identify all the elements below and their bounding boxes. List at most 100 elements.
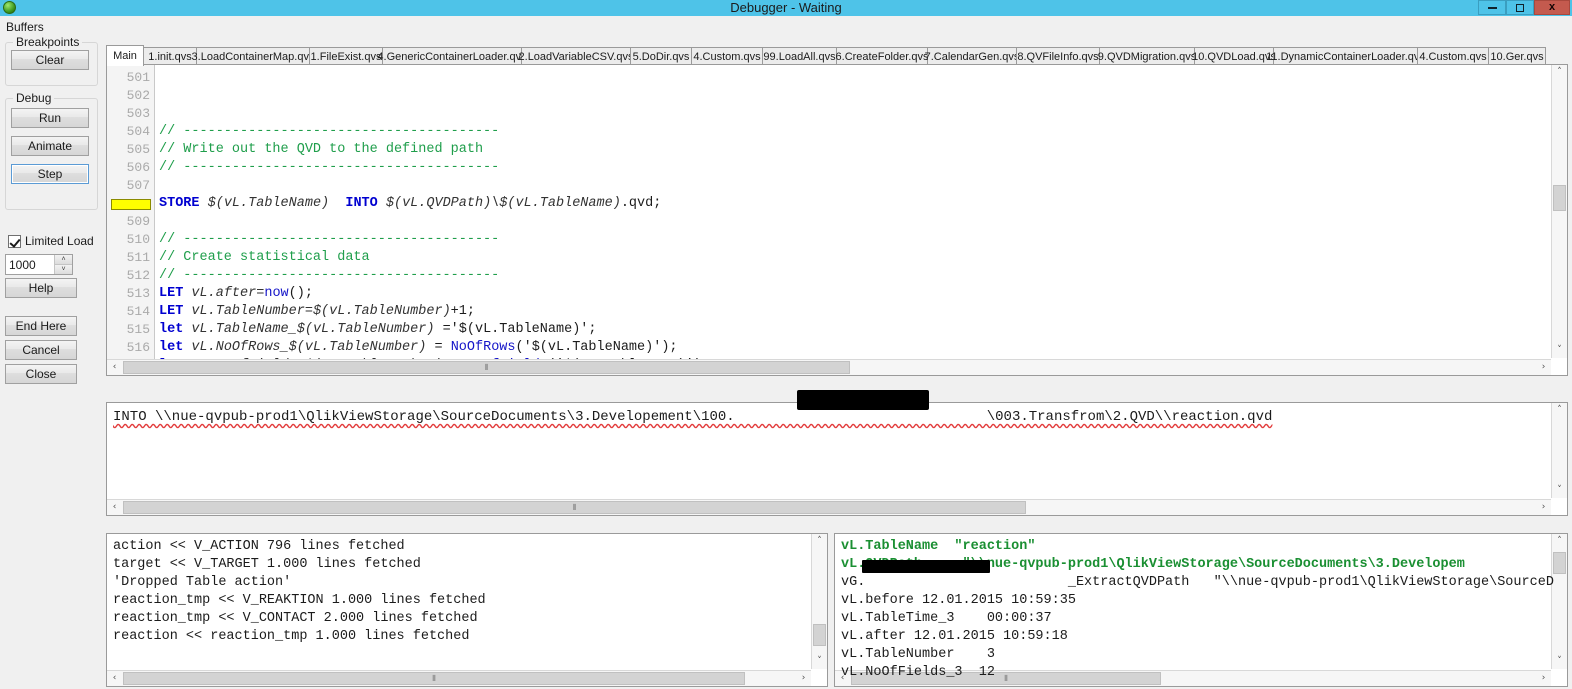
tab-6-createfolder-qvs[interactable]: 6.CreateFolder.qvs [836, 47, 928, 65]
statement-scroll-right-button[interactable]: › [1536, 500, 1551, 515]
editor-scroll-up-button[interactable]: ˄ [1552, 65, 1567, 80]
tab-4-custom-qvs[interactable]: 4.Custom.qvs [1417, 47, 1489, 65]
log-vscroll-thumb[interactable] [813, 624, 826, 646]
code-area[interactable]: // -------------------------------------… [159, 65, 1567, 375]
code-line: STORE $(vL.TableName) INTO $(vL.QVDPath)… [159, 195, 661, 213]
script-editor[interactable]: 501 502 503 504 505 506 507 509 510 511 512 513 514 5… [106, 64, 1568, 376]
statement-scroll-left-button[interactable]: ‹ [107, 500, 122, 515]
buffers-label: Buffers [6, 20, 44, 34]
tab-1-init-qvs[interactable]: 1.init.qvs [143, 47, 197, 65]
editor-vscrollbar[interactable]: ˄ ˅ [1551, 65, 1567, 358]
statement-hscrollbar[interactable]: ‹ ⦀ › [107, 499, 1551, 515]
variable-row: vL.TableTime_3 00:00:37 [841, 611, 1052, 626]
tab-2-loadvariablecsv-qvs[interactable]: 2.LoadVariableCSV.qvs [518, 47, 634, 65]
code-token: +1; [450, 304, 475, 319]
log-line: 'Dropped Table action' [113, 575, 292, 590]
variables-scroll-down-button[interactable]: ˅ [1552, 654, 1567, 669]
editor-hscroll-thumb[interactable]: ⦀ [123, 361, 850, 374]
limited-load-checkbox[interactable] [8, 234, 21, 248]
maximize-button[interactable] [1506, 0, 1534, 15]
tab-label: 6.CreateFolder.qvs [835, 50, 929, 63]
log-scroll-left-button[interactable]: ‹ [107, 671, 122, 686]
variables-vscroll-thumb[interactable] [1553, 552, 1566, 574]
tab-label: 2.LoadVariableCSV.qvs [518, 50, 634, 63]
help-button[interactable]: Help [5, 278, 77, 298]
variables-scroll-right-button[interactable]: › [1536, 671, 1551, 686]
limited-load-row[interactable]: Limited Load [8, 234, 94, 248]
tab-11-dynamiccontainerloader-qvs[interactable]: 11.DynamicContainerLoader.qvs [1266, 47, 1425, 65]
cancel-button[interactable]: Cancel [5, 340, 77, 360]
log-output-panel[interactable]: ˄ ˅ ‹ ⦀ › action << V_ACTION 796 lines f… [106, 533, 828, 687]
line-number: 512 [126, 268, 150, 283]
code-token: vL.NoOfRows_$(vL.TableNumber) [191, 340, 427, 355]
variables-vscrollbar[interactable]: ˄ ˅ [1551, 534, 1567, 669]
code-line: // Create statistical data [159, 249, 370, 267]
end-here-button[interactable]: End Here [5, 316, 77, 336]
code-line: let vL.NoOfRows_$(vL.TableNumber) = NoOf… [159, 339, 678, 357]
editor-vscroll-thumb[interactable] [1553, 185, 1566, 211]
log-scroll-down-button[interactable]: ˅ [812, 654, 827, 669]
tab-3-loadcontainermap-qvs[interactable]: 3.LoadContainerMap.qvs [192, 47, 314, 65]
editor-scroll-right-button[interactable]: › [1536, 360, 1551, 375]
code-token: NoOfRows [450, 340, 516, 355]
close-window-button[interactable]: x [1534, 0, 1570, 15]
code-token: (); [288, 286, 313, 301]
code-token: // -------------------------------------… [159, 160, 500, 175]
limited-load-stepper[interactable]: ˄ ˅ [5, 254, 73, 275]
code-token: vL.TableNumber=$(vL.TableNumber) [191, 304, 451, 319]
step-button[interactable]: Step [11, 164, 89, 184]
variables-panel[interactable]: ˄ ˅ ‹ ⦀ › vL.TableName "reaction" vL.QVDP… [834, 533, 1568, 687]
line-number: 509 [126, 214, 150, 229]
log-vscrollbar[interactable]: ˄ ˅ [811, 534, 827, 669]
log-scroll-up-button[interactable]: ˄ [812, 534, 827, 549]
tab-8-qvfileinfo-qvs[interactable]: 8.QVFileInfo.qvs [1016, 47, 1100, 65]
tab-label: 4.Custom.qvs [1419, 50, 1487, 63]
current-statement-panel[interactable]: INTO \\nue-qvpub-prod1\QlikViewStorage\S… [106, 402, 1568, 516]
tab-7-calendargen-qvs[interactable]: 7.CalendarGen.qvs [925, 47, 1019, 65]
editor-hscrollbar[interactable]: ‹ ⦀ › [107, 359, 1551, 375]
close-button[interactable]: Close [5, 364, 77, 384]
statement-vscrollbar[interactable]: ˄ ˅ [1551, 403, 1567, 498]
clear-breakpoints-button[interactable]: Clear [11, 50, 89, 70]
log-scroll-right-button[interactable]: › [796, 671, 811, 686]
breakpoint-marker[interactable] [111, 199, 151, 210]
log-hscroll-thumb[interactable]: ⦀ [123, 672, 745, 685]
script-tab-strip[interactable]: Main 1.init.qvs 3.LoadContainerMap.qvs 1.Fi… [106, 45, 1568, 66]
tab-9-qvdmigration-qvs[interactable]: 9.QVDMigration.qvs [1098, 47, 1196, 65]
stepper-buttons[interactable]: ˄ ˅ [54, 255, 72, 274]
tab-label: 1.FileExist.qvs [310, 50, 382, 63]
tab-1-fileexist-qvs[interactable]: 1.FileExist.qvs [309, 47, 383, 65]
line-number: 502 [126, 88, 150, 103]
variable-row: vG. _ExtractQVDPath "\\nue-qvpub-prod1\Q… [841, 575, 1554, 590]
tab-4-custom-qvs[interactable]: 4.Custom.qvs [691, 47, 763, 65]
editor-scroll-left-button[interactable]: ‹ [107, 360, 122, 375]
variables-scroll-up-button[interactable]: ˄ [1552, 534, 1567, 549]
tab-5-dodir-qvs[interactable]: 5.DoDir.qvs [630, 47, 692, 65]
stepper-down-icon[interactable]: ˅ [55, 265, 72, 274]
maximize-icon [1516, 3, 1524, 12]
tab-main[interactable]: Main [106, 45, 144, 66]
statement-scroll-up-button[interactable]: ˄ [1552, 403, 1567, 418]
tab-10-ger-qvs[interactable]: 10.Ger.qvs [1488, 47, 1546, 65]
variable-row: vL.after 12.01.2015 10:59:18 [841, 629, 1068, 644]
tab-4-genericcontainerloader-qvs[interactable]: 4.GenericContainerLoader.qvs [377, 47, 527, 65]
log-hscrollbar[interactable]: ‹ ⦀ › [107, 670, 811, 686]
tab-label: 1.init.qvs [148, 50, 192, 63]
stepper-up-icon[interactable]: ˄ [55, 255, 72, 265]
code-token: let [159, 340, 184, 355]
tab-10-qvdload-qvs[interactable]: 10.QVDLoad.qvs [1192, 47, 1276, 65]
code-line: LET vL.TableNumber=$(vL.TableNumber)+1; [159, 303, 475, 321]
animate-button[interactable]: Animate [11, 136, 89, 156]
tab-label: 3.LoadContainerMap.qvs [191, 50, 315, 63]
tab-label: Main [113, 50, 137, 62]
editor-scroll-down-button[interactable]: ˅ [1552, 343, 1567, 358]
tab-99-loadall-qvs[interactable]: 99.LoadAll.qvs [762, 47, 837, 65]
minimize-button[interactable] [1478, 0, 1506, 15]
run-button[interactable]: Run [11, 108, 89, 128]
code-token: $(vL.QVDPath)\$(vL.TableName) [385, 196, 621, 211]
statement-scroll-down-button[interactable]: ˅ [1552, 483, 1567, 498]
statement-hscroll-thumb[interactable]: ⦀ [123, 501, 1026, 514]
limited-load-input[interactable] [6, 255, 54, 274]
code-token: // Write out the QVD to the defined path [159, 142, 484, 157]
line-number: 513 [126, 286, 150, 301]
